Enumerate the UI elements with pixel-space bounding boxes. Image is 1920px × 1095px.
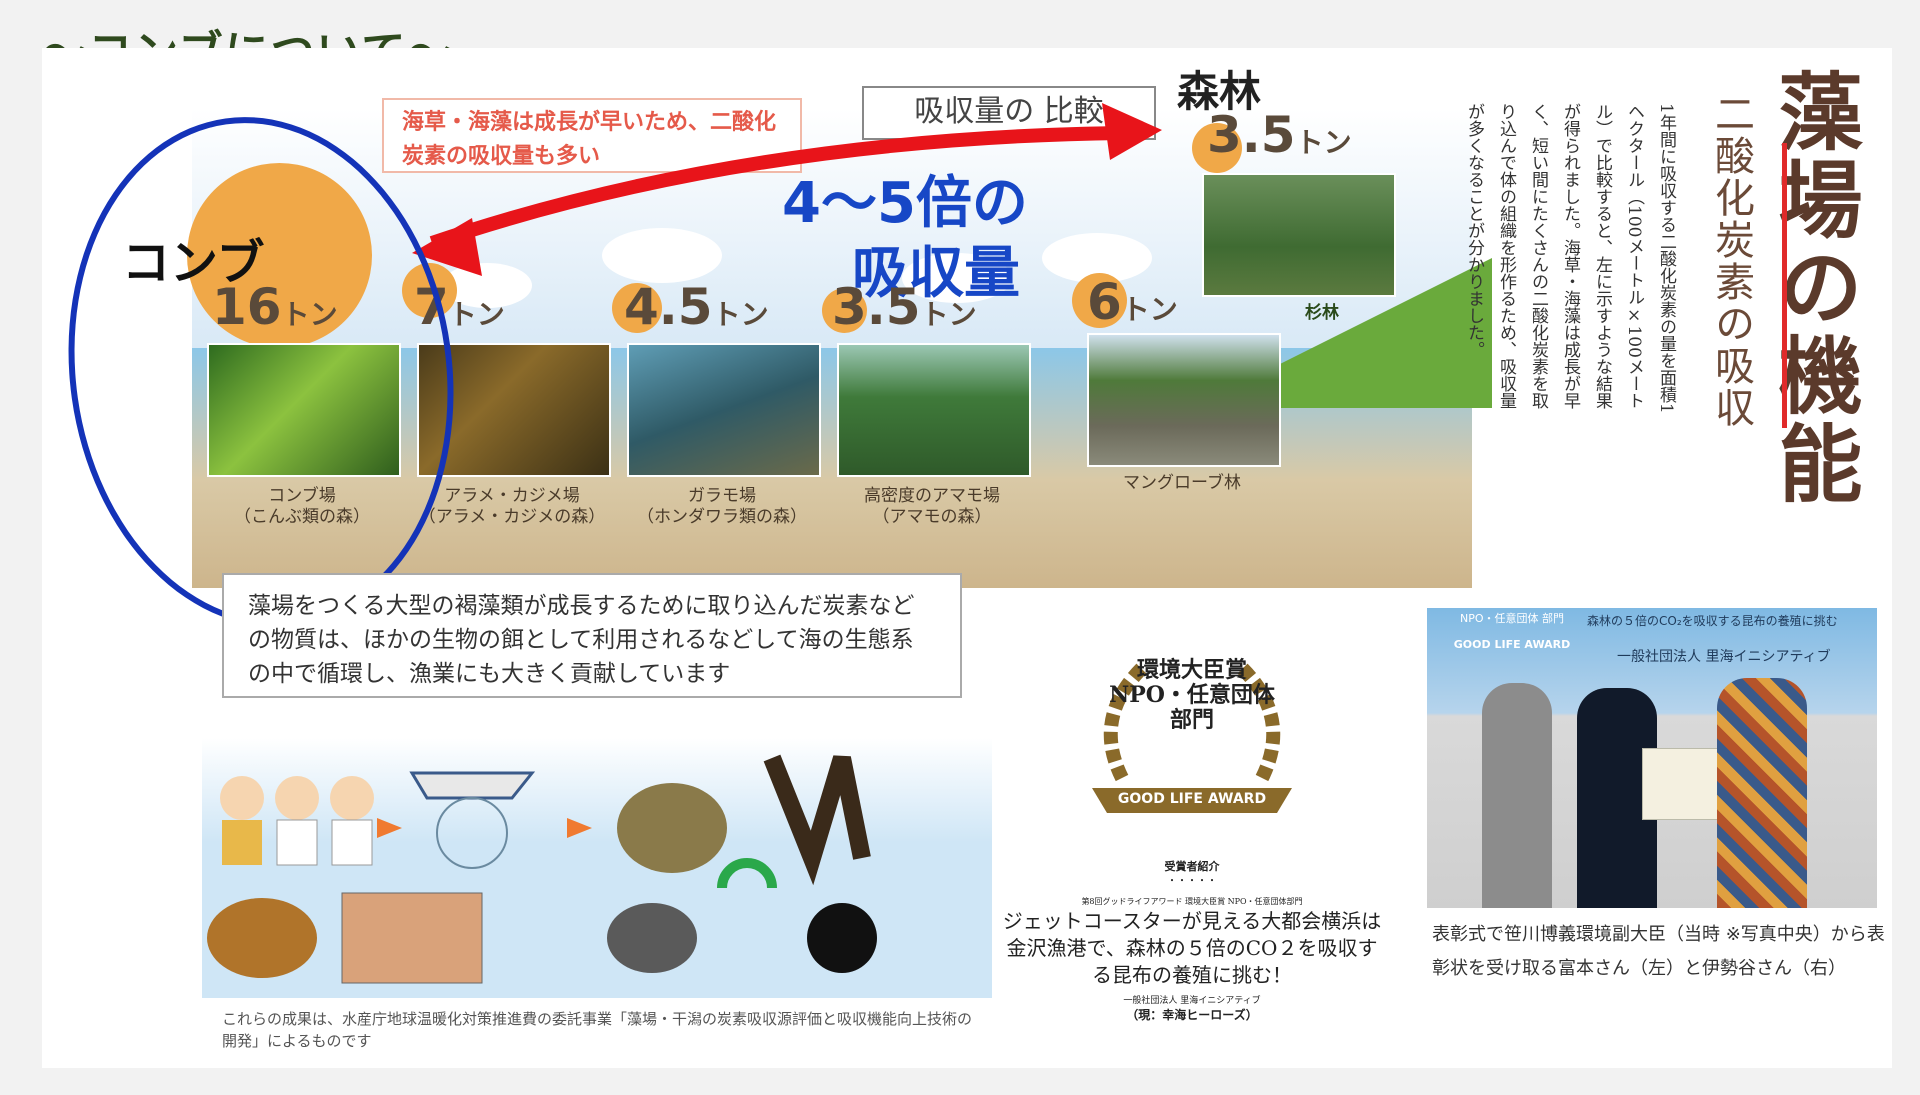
award-small-line: 第8回グッドライフアワード 環境大臣賞 NPO・任意団体部門 — [1081, 897, 1303, 906]
chef-figure — [275, 776, 319, 820]
value-garamo: 4.5トン — [624, 278, 769, 336]
person-right — [1717, 678, 1807, 908]
photo-banner-title: 森林の５倍のCO₂を吸収する昆布の養殖に挑む — [1587, 614, 1838, 628]
octopus-icon — [617, 783, 727, 873]
fishing-boat — [409, 771, 536, 800]
award-headline: ジェットコースターが見える大都会横浜は金沢漁港で、森林の５倍のCO２を吸収する昆… — [1002, 909, 1382, 987]
document-sheet: 海草・海藻は成長が早いため、二酸化炭素の吸収量も多い 吸収量の 比較 森林 3.… — [36, 48, 1892, 1068]
side-accent-line — [1782, 143, 1787, 428]
sea-urchin-icon — [807, 903, 877, 973]
caption-garamo: ガラモ場 （ホンダワラ類の森） — [637, 486, 807, 527]
seaweed-icon — [763, 754, 871, 886]
abalone-icon — [607, 903, 697, 973]
award-org-now: （現：幸海ヒーローズ） — [1126, 1008, 1258, 1022]
caption-amamo: 高密度のアマモ場 （アマモの森） — [864, 486, 1000, 527]
value-mangrove: 6トン — [1087, 273, 1178, 331]
award-ribbon-text: GOOD LIFE AWARD — [1117, 791, 1267, 807]
amamo-photo — [837, 343, 1031, 477]
food-chain-illustration — [207, 754, 877, 984]
award-ceremony-photo: NPO・任意団体 部門 GOOD LIFE AWARD 森林の５倍のCO₂を吸収… — [1427, 608, 1877, 908]
fisher-figure — [222, 820, 262, 865]
recycle-icon — [717, 858, 777, 889]
fishing-net — [436, 797, 508, 869]
caption-mangrove: マングローブ林 — [1123, 473, 1241, 493]
award-title: 環境大臣賞 NPO・任意団体 部門 — [1109, 657, 1275, 733]
cook-figure — [330, 776, 374, 820]
caption-arame: アラメ・カジメ場 （アラメ・カジメの森） — [418, 486, 606, 527]
cook-figure — [331, 819, 373, 866]
ratio-line1: 4～5倍の — [782, 171, 1028, 236]
photo-banner-org: 一般社団法人 里海イニシアティブ — [1617, 649, 1831, 665]
chef-figure — [276, 819, 318, 866]
award-dots: ・・・・・ — [1167, 876, 1217, 887]
fried-fish-icon — [207, 898, 317, 978]
arrow-left-icon — [567, 818, 592, 838]
garamo-photo — [627, 343, 821, 477]
person-left — [1482, 683, 1552, 908]
award-photo-caption: 表彰式で笹川博義環境副大臣（当時 ※写真中央）から表彰状を受け取る富本さん（左）… — [1432, 924, 1885, 979]
side-body: 1年間に吸収する二酸化炭素の量を面積1ヘクタール（100メートル×100メートル… — [1464, 103, 1676, 414]
cedar-label: 杉林 — [1305, 303, 1339, 323]
seafood-plate-icon — [341, 892, 483, 984]
arrow-left-icon — [377, 818, 402, 838]
side-subtitle: 二酸化炭素の吸収 — [1708, 93, 1754, 429]
fisher-figure — [220, 776, 264, 820]
footnote: これらの成果は、水産庁地球温暖化対策推進費の委託事業「藻場・干潟の炭素吸収源評価… — [222, 1010, 973, 1050]
ecosystem-text: 藻場をつくる大型の褐藻類が成長するために取り込んだ炭素などの物質は、ほかの生物の… — [222, 573, 962, 698]
food-chain-scene — [202, 738, 992, 998]
mangrove-photo — [1087, 333, 1281, 467]
value-amamo: 3.5トン — [832, 278, 977, 336]
award-org: 一般社団法人 里海イニシアティブ — [1123, 996, 1261, 1006]
photo-award-ribbon: GOOD LIFE AWARD — [1453, 638, 1571, 651]
photo-badge: NPO・任意団体 部門 — [1459, 612, 1565, 625]
